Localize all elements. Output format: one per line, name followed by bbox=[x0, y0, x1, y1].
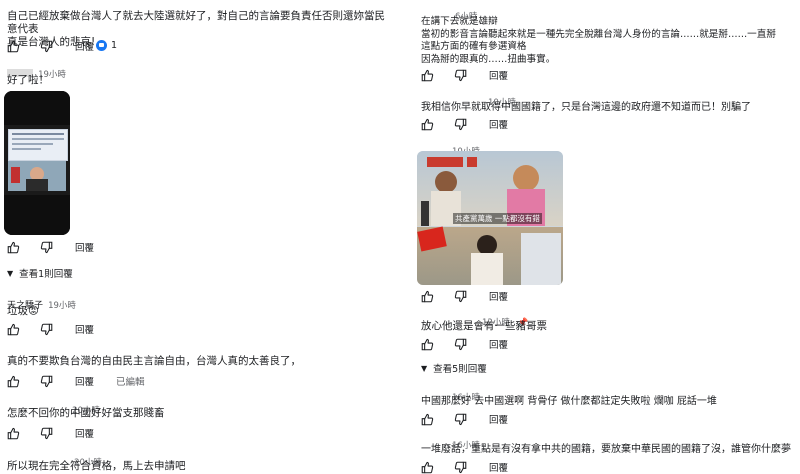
chevron-down-icon: ▼ bbox=[421, 363, 428, 373]
dislike-icon[interactable] bbox=[454, 413, 467, 426]
comment-actions: 回覆 bbox=[7, 322, 94, 336]
comment-actions: 回覆 bbox=[421, 412, 508, 426]
reply-button[interactable]: 回覆 bbox=[75, 322, 94, 336]
dislike-icon[interactable] bbox=[454, 338, 467, 351]
reply-button[interactable]: 回覆 bbox=[75, 374, 94, 388]
image-caption: 共產黨萬歲 一點都沒有錯 bbox=[453, 213, 542, 224]
dislike-icon[interactable] bbox=[40, 241, 53, 254]
comment-text: 中國那麼好 去中國選啊 背骨仔 做什麼都註定失敗啦 爛咖 屁話一堆 bbox=[421, 396, 717, 407]
like-count: 1 bbox=[111, 40, 118, 51]
comment-actions: 回覆 bbox=[421, 68, 508, 82]
comment-text: 好了啦！ bbox=[7, 74, 49, 86]
like-reaction-icon bbox=[96, 40, 107, 51]
reply-button[interactable]: 回覆 bbox=[489, 412, 508, 426]
like-icon[interactable] bbox=[421, 69, 434, 82]
comment-actions: 回覆 bbox=[421, 337, 508, 351]
reply-button[interactable]: 回覆 bbox=[489, 289, 508, 303]
dislike-icon[interactable] bbox=[454, 118, 467, 131]
like-icon[interactable] bbox=[7, 427, 20, 440]
comment-text: 我相信你早就取得中國國籍了，只是台灣這邊的政府還不知道而已！別騙了 bbox=[421, 102, 751, 113]
like-icon[interactable] bbox=[421, 461, 434, 474]
comment-text: 放心他還是會有一些豬哥票 bbox=[421, 320, 547, 332]
collage-bottom-photo bbox=[417, 226, 563, 285]
comment-actions: 回覆 bbox=[7, 426, 94, 440]
dislike-icon[interactable] bbox=[454, 69, 467, 82]
comment-actions: 回覆 bbox=[421, 460, 508, 474]
comment-actions: 回覆 bbox=[7, 39, 94, 53]
dislike-icon[interactable] bbox=[40, 427, 53, 440]
like-icon[interactable] bbox=[421, 290, 434, 303]
comment-actions: 回覆 bbox=[421, 289, 508, 303]
like-icon[interactable] bbox=[421, 338, 434, 351]
dislike-icon[interactable] bbox=[40, 375, 53, 388]
comment-text: 怎麼不回你的中國好好當支那賤畜 bbox=[7, 407, 165, 419]
comment-text: 在講下去就是雄辯 當初的影音言論聽起來就是一種先完全脫離台灣人身份的言論……就是… bbox=[421, 16, 776, 65]
comment-time: 19小時 bbox=[48, 301, 76, 311]
like-icon[interactable] bbox=[7, 375, 20, 388]
like-icon[interactable] bbox=[421, 118, 434, 131]
reply-button[interactable]: 回覆 bbox=[489, 117, 508, 131]
like-count-badge: 1 bbox=[96, 40, 117, 51]
comment-actions: 回覆 bbox=[421, 117, 508, 131]
reply-button[interactable]: 回覆 bbox=[75, 426, 94, 440]
dislike-icon[interactable] bbox=[40, 40, 53, 53]
comment-text: 一堆廢話，重點是有沒有拿中共的國籍，要放棄中華民國的國籍了沒，誰管你什麼夢 bbox=[421, 444, 791, 455]
comment-actions: 回覆 已編輯 bbox=[7, 374, 145, 388]
like-icon[interactable] bbox=[7, 323, 20, 336]
reply-button[interactable]: 回覆 bbox=[75, 240, 94, 254]
comment-actions: 回覆 bbox=[7, 240, 94, 254]
view-replies-button[interactable]: ▼ 查看1則回覆 bbox=[7, 266, 73, 281]
attached-image[interactable] bbox=[4, 91, 70, 235]
reply-button[interactable]: 回覆 bbox=[489, 68, 508, 82]
chevron-down-icon: ▼ bbox=[7, 268, 14, 278]
view-replies-button[interactable]: ▼ 查看5則回覆 bbox=[421, 361, 487, 376]
like-icon[interactable] bbox=[7, 241, 20, 254]
reply-button[interactable]: 回覆 bbox=[489, 337, 508, 351]
view-replies-label: 查看5則回覆 bbox=[433, 364, 487, 375]
attached-image-collage[interactable]: 共產黨萬歲 一點都沒有錯 bbox=[417, 151, 563, 285]
edited-label: 已編輯 bbox=[116, 377, 145, 388]
comment-text: 所以現在完全符合資格，馬上去申請吧 bbox=[7, 460, 186, 472]
dislike-icon[interactable] bbox=[454, 290, 467, 303]
view-replies-label: 查看1則回覆 bbox=[19, 269, 73, 280]
comment-text: 真的不要欺負台灣的自由民主言論自由，台灣人真的太善良了， bbox=[7, 355, 301, 367]
like-icon[interactable] bbox=[421, 413, 434, 426]
screenshot-photo bbox=[8, 161, 66, 191]
reply-button[interactable]: 回覆 bbox=[75, 39, 94, 53]
dislike-icon[interactable] bbox=[40, 323, 53, 336]
dislike-icon[interactable] bbox=[454, 461, 467, 474]
comment-text: 垃圾😡 bbox=[7, 305, 39, 317]
comment-column-left: 自己已經放棄做台灣人了就去大陸選就好了，對自己的言論要負責任否則還妳當民意代表 … bbox=[0, 0, 400, 474]
comment-column-right: 6小時 在講下去就是雄辯 當初的影音言論聽起來就是一種先完全脫離台灣人身份的言論… bbox=[400, 0, 800, 474]
like-icon[interactable] bbox=[7, 40, 20, 53]
reply-button[interactable]: 回覆 bbox=[489, 460, 508, 474]
screenshot-article bbox=[8, 129, 68, 161]
